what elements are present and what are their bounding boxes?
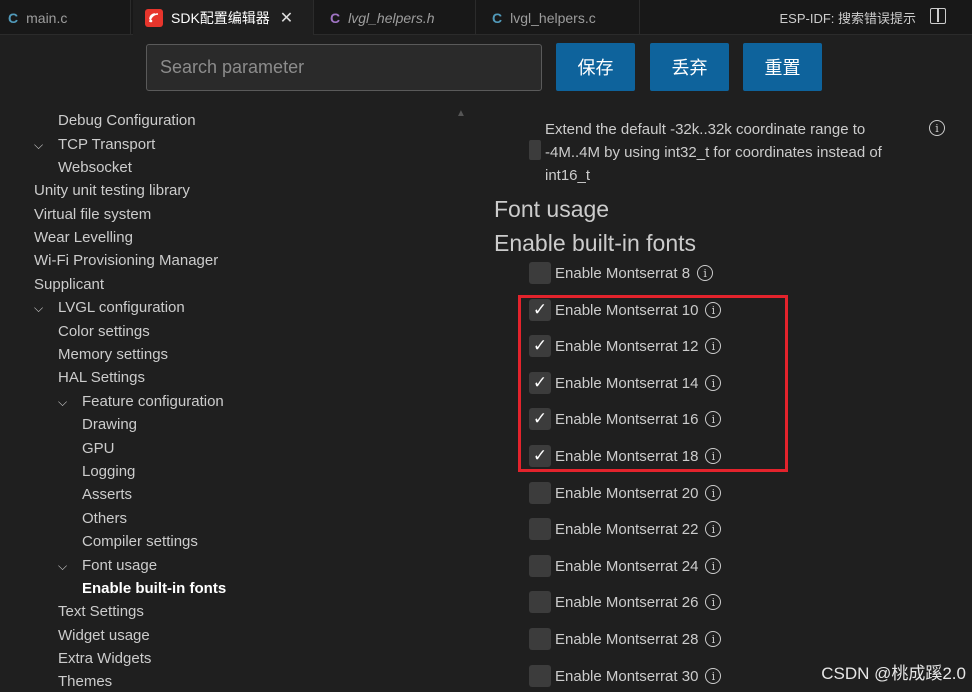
search-input[interactable] [146, 44, 542, 91]
watermark: CSDN @桃成蹊2.0 [821, 664, 966, 683]
tree-item[interactable]: Unity unit testing library [34, 181, 190, 201]
tree-item[interactable]: Websocket [58, 158, 132, 178]
scroll-up-arrow-icon[interactable]: ▲ [456, 108, 466, 119]
tree-item[interactable]: Widget usage [58, 626, 150, 646]
info-icon[interactable]: i [705, 668, 722, 684]
coordinate-range-checkbox[interactable] [529, 140, 541, 160]
tree-item[interactable]: Text Settings [58, 602, 144, 622]
discard-button[interactable]: 丢弃 [650, 43, 729, 91]
tab-lvgl-helpers-c[interactable]: C lvgl_helpers.c [476, 0, 640, 35]
section-title-built-in-fonts: Enable built-in fonts [494, 230, 697, 256]
c-file-icon: C [492, 9, 503, 26]
font-option-row[interactable]: Enable Montserrat 24 i [529, 554, 722, 578]
tree-item[interactable]: Drawing [82, 415, 137, 435]
chevron-down-icon[interactable]: ⌵ [34, 298, 48, 318]
checkbox-unchecked[interactable] [529, 555, 551, 577]
tree-item[interactable]: Extra Widgets [58, 649, 151, 669]
checkbox-unchecked[interactable] [529, 628, 551, 650]
tab-lvgl-helpers-h[interactable]: C lvgl_helpers.h [314, 0, 476, 35]
editor-tab-bar: C main.c SDK配置编辑器 ✕ C lvgl_helpers.h C l… [0, 0, 972, 35]
info-icon[interactable]: i [705, 558, 722, 574]
font-option-label: Enable Montserrat 24 [555, 557, 699, 575]
save-button[interactable]: 保存 [556, 43, 635, 91]
tree-item[interactable]: Logging [82, 462, 135, 482]
chevron-down-icon[interactable]: ⌵ [58, 392, 72, 412]
tab-label: lvgl_helpers.c [510, 9, 596, 26]
font-option-row[interactable]: Enable Montserrat 8 i [529, 261, 714, 285]
info-icon[interactable]: i [705, 521, 722, 537]
info-icon[interactable]: i [705, 631, 722, 647]
font-option-row[interactable]: Enable Montserrat 20 i [529, 481, 722, 505]
espidf-search-error-hint[interactable]: ESP-IDF: 搜索错误提示 [779, 0, 916, 35]
tree-item[interactable]: Compiler settings [82, 532, 198, 552]
config-tree: Debug Configuration ⌵ TCP Transport Webso… [0, 98, 470, 692]
info-icon[interactable]: i [929, 120, 945, 136]
tree-item[interactable]: Supplicant [34, 275, 104, 295]
tree-item[interactable]: Themes [58, 672, 112, 692]
font-option-label: Enable Montserrat 26 [555, 593, 699, 611]
checkbox-unchecked[interactable] [529, 518, 551, 540]
tree-item[interactable]: Debug Configuration [58, 111, 196, 131]
tree-item[interactable]: Wear Levelling [34, 228, 133, 248]
section-title-font-usage: Font usage [494, 196, 610, 222]
checkbox-unchecked[interactable] [529, 665, 551, 687]
espressif-icon [145, 8, 163, 27]
c-file-icon: C [8, 9, 19, 26]
tree-item-expandable[interactable]: ⌵ Font usage [58, 556, 157, 576]
settings-panel: Extend the default -32k..32k coordinate … [480, 98, 972, 692]
tab-label: main.c [26, 9, 68, 26]
tab-sdk-config-editor[interactable]: SDK配置编辑器 ✕ [133, 0, 314, 35]
font-option-label: Enable Montserrat 20 [555, 484, 699, 502]
tree-item[interactable]: Asserts [82, 485, 132, 505]
info-icon[interactable]: i [697, 265, 714, 281]
reset-button[interactable]: 重置 [743, 43, 822, 91]
checkbox-unchecked[interactable] [529, 482, 551, 504]
info-icon[interactable]: i [705, 485, 722, 501]
tree-item-label: Feature configuration [82, 393, 224, 410]
tab-label: lvgl_helpers.h [348, 9, 435, 26]
tab-main-c[interactable]: C main.c [0, 0, 131, 35]
tree-item-selected[interactable]: Enable built-in fonts [82, 579, 226, 599]
tree-item[interactable]: Virtual file system [34, 205, 151, 225]
info-icon[interactable]: i [705, 594, 722, 610]
tree-item-expandable[interactable]: ⌵ TCP Transport [34, 135, 155, 155]
tree-item-label: TCP Transport [58, 136, 156, 153]
font-option-label: Enable Montserrat 8 [555, 264, 691, 282]
split-editor-icon[interactable] [930, 8, 946, 24]
font-option-row[interactable]: Enable Montserrat 30 i [529, 664, 722, 688]
header-file-icon: C [330, 9, 341, 26]
tree-item-label: LVGL configuration [58, 299, 185, 316]
option-description: Extend the default -32k..32k coordinate … [545, 121, 882, 184]
tab-label: SDK配置编辑器 [171, 9, 270, 26]
close-icon[interactable]: ✕ [280, 8, 293, 28]
font-option-row[interactable]: Enable Montserrat 22 i [529, 517, 722, 541]
tree-item[interactable]: Wi-Fi Provisioning Manager [34, 251, 218, 271]
tree-item[interactable]: GPU [82, 439, 115, 459]
tree-item[interactable]: Others [82, 509, 127, 529]
tree-item-label: Font usage [82, 557, 158, 574]
chevron-down-icon[interactable]: ⌵ [34, 135, 48, 155]
font-option-label: Enable Montserrat 22 [555, 520, 699, 538]
tree-item-expandable[interactable]: ⌵ LVGL configuration [34, 298, 185, 318]
checkbox-unchecked[interactable] [529, 262, 551, 284]
checkbox-unchecked[interactable] [529, 591, 551, 613]
tree-item[interactable]: Memory settings [58, 345, 168, 365]
chevron-down-icon[interactable]: ⌵ [58, 556, 72, 576]
font-option-row[interactable]: Enable Montserrat 26 i [529, 590, 722, 614]
font-option-label: Enable Montserrat 30 [555, 667, 699, 685]
annotation-highlight-box [518, 295, 788, 472]
font-option-label: Enable Montserrat 28 [555, 630, 699, 648]
font-option-row[interactable]: Enable Montserrat 28 i [529, 627, 722, 651]
tree-item[interactable]: Color settings [58, 322, 150, 342]
tree-item[interactable]: HAL Settings [58, 368, 145, 388]
tree-item-expandable[interactable]: ⌵ Feature configuration [58, 392, 224, 412]
